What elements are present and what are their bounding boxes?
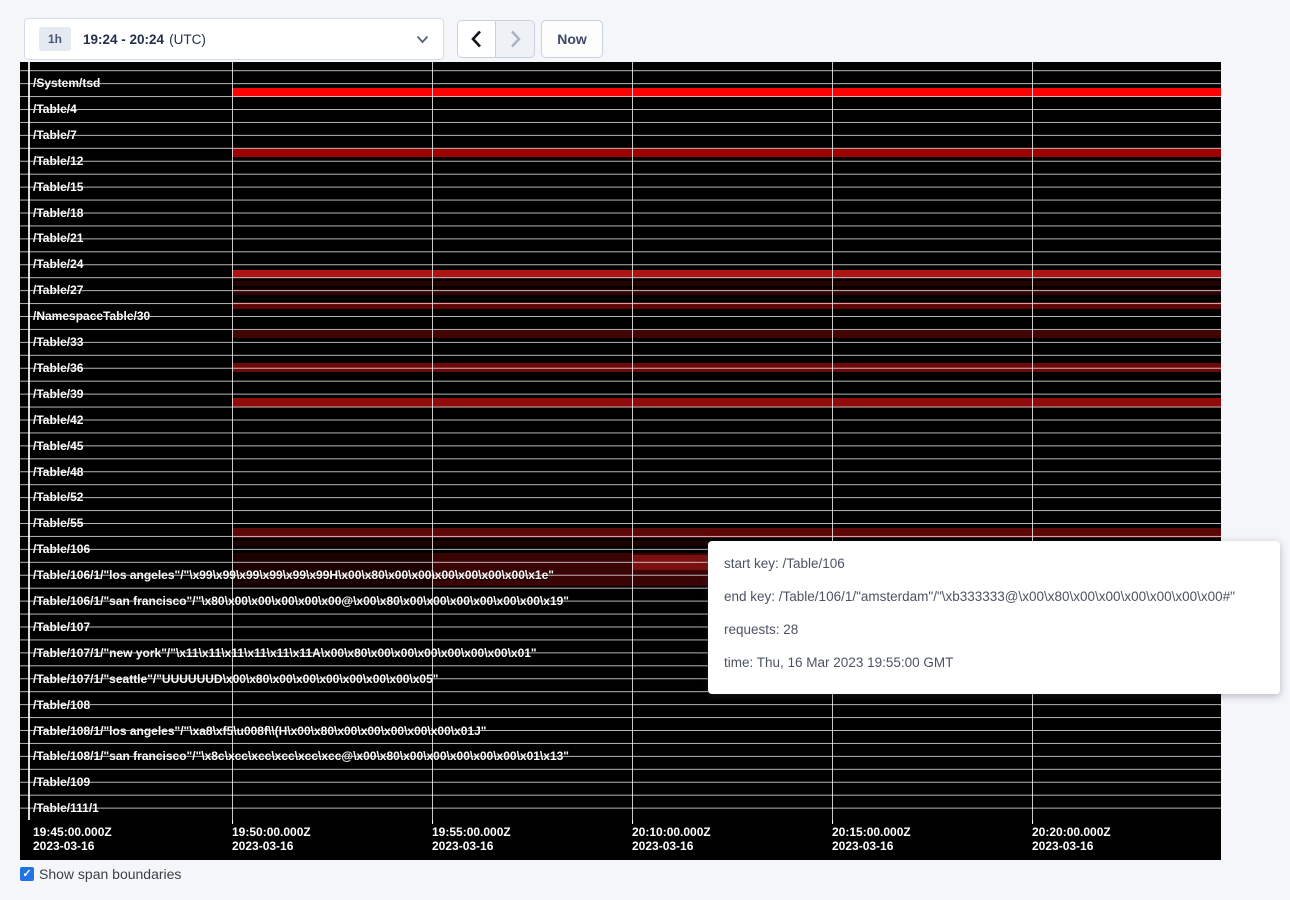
- row-label: /Table/106/1/"los angeles"/"\x99\x99\x99…: [33, 569, 554, 582]
- row-label: /Table/18: [33, 207, 83, 220]
- hot-span[interactable]: [232, 528, 1221, 538]
- x-tick-time: 19:55:00.000Z: [432, 825, 511, 839]
- row-label: /Table/55: [33, 517, 83, 530]
- x-tick-time: 19:45:00.000Z: [33, 825, 112, 839]
- span-boundary-lines: [20, 62, 1221, 820]
- x-tick-time: 20:15:00.000Z: [832, 825, 911, 839]
- time-range-label: 19:24 - 20:24: [83, 32, 164, 47]
- hot-span[interactable]: [232, 363, 1221, 372]
- grid-vline: [232, 62, 233, 820]
- grid-vline: [432, 62, 433, 820]
- hot-span[interactable]: [232, 148, 1221, 157]
- grid-vline: [832, 62, 833, 820]
- row-label: /Table/15: [33, 181, 83, 194]
- chevron-right-icon: [510, 30, 521, 48]
- grid-vline: [1032, 62, 1033, 820]
- tooltip-start-key: start key: /Table/106: [724, 554, 1264, 573]
- x-tick: 20:15:00.000Z2023-03-16: [832, 825, 911, 853]
- time-range-select[interactable]: 1h 19:24 - 20:24 (UTC): [24, 18, 444, 60]
- span-tooltip: start key: /Table/106 end key: /Table/10…: [708, 541, 1280, 694]
- grid-vline: [632, 62, 633, 820]
- row-label: /Table/48: [33, 466, 83, 479]
- row-label: /Table/107/1/"new york"/"\x11\x11\x11\x1…: [33, 647, 537, 660]
- row-label: /Table/111/1: [33, 802, 99, 815]
- x-tick: 19:50:00.000Z2023-03-16: [232, 825, 311, 853]
- row-label: /Table/33: [33, 336, 83, 349]
- x-tick-date: 2023-03-16: [33, 839, 112, 853]
- axis-tick-mark: [232, 820, 233, 824]
- x-tick: 19:55:00.000Z2023-03-16: [432, 825, 511, 853]
- keyspace-start-line: [28, 62, 30, 820]
- x-tick-date: 2023-03-16: [1032, 839, 1111, 853]
- row-label: /Table/108: [33, 699, 90, 712]
- hot-span[interactable]: [232, 302, 1221, 309]
- axis-tick-mark: [1032, 820, 1033, 824]
- x-tick-date: 2023-03-16: [232, 839, 311, 853]
- show-span-boundaries-label: Show span boundaries: [39, 866, 181, 882]
- tooltip-end-key: end key: /Table/106/1/"amsterdam"/"\xb33…: [724, 587, 1264, 606]
- hot-span[interactable]: [232, 289, 1221, 295]
- now-button[interactable]: Now: [541, 20, 603, 58]
- timezone-label: (UTC): [169, 32, 206, 47]
- axis-tick-mark: [632, 820, 633, 824]
- key-visualizer-chart: /System/tsd/Table/4/Table/7/Table/12/Tab…: [20, 62, 1221, 860]
- row-label: /NamespaceTable/30: [33, 310, 150, 323]
- row-label: /Table/52: [33, 491, 83, 504]
- show-span-boundaries-checkbox[interactable]: ✓: [20, 867, 34, 881]
- hot-span[interactable]: [232, 541, 710, 546]
- row-label: /Table/42: [33, 414, 83, 427]
- x-tick-time: 20:10:00.000Z: [632, 825, 711, 839]
- row-label: /Table/108/1/"san francisco"/"\x8c\xcc\x…: [33, 750, 569, 763]
- chevron-left-icon: [471, 30, 482, 48]
- axis-tick-mark: [832, 820, 833, 824]
- time-axis: 19:45:00.000Z2023-03-1619:50:00.000Z2023…: [20, 820, 1221, 860]
- next-interval-button[interactable]: [496, 21, 534, 57]
- row-label: /Table/106/1/"san francisco"/"\x80\x00\x…: [33, 595, 569, 608]
- row-label: /Table/109: [33, 776, 90, 789]
- row-label: /Table/4: [33, 103, 77, 116]
- x-tick-date: 2023-03-16: [832, 839, 911, 853]
- row-label: /Table/107/1/"seattle"/"UUUUUUD\x00\x80\…: [33, 673, 438, 686]
- previous-interval-button[interactable]: [458, 21, 496, 57]
- hot-span[interactable]: [232, 270, 1221, 278]
- row-label: /Table/27: [33, 284, 83, 297]
- x-tick-time: 20:20:00.000Z: [1032, 825, 1111, 839]
- x-tick: 19:45:00.000Z2023-03-16: [33, 825, 112, 853]
- row-label: /Table/45: [33, 440, 83, 453]
- time-nav-group: [457, 20, 535, 58]
- axis-tick-mark: [432, 820, 433, 824]
- row-label: /Table/36: [33, 362, 83, 375]
- tooltip-time: time: Thu, 16 Mar 2023 19:55:00 GMT: [724, 653, 1264, 672]
- hot-span[interactable]: [232, 88, 1221, 97]
- chevron-down-icon: [416, 35, 429, 44]
- row-label: /System/tsd: [33, 77, 100, 90]
- hot-span[interactable]: [232, 398, 1221, 407]
- row-label: /Table/107: [33, 621, 90, 634]
- row-label: /Table/12: [33, 155, 83, 168]
- row-label: /Table/7: [33, 129, 77, 142]
- x-tick-time: 19:50:00.000Z: [232, 825, 311, 839]
- row-label: /Table/108/1/"los angeles"/"\xa8\xf5\u00…: [33, 725, 487, 738]
- x-tick-date: 2023-03-16: [432, 839, 511, 853]
- tooltip-requests: requests: 28: [724, 620, 1264, 639]
- hot-span[interactable]: [232, 330, 1221, 338]
- row-label: /Table/39: [33, 388, 83, 401]
- hot-span[interactable]: [232, 281, 1221, 286]
- x-tick: 20:20:00.000Z2023-03-16: [1032, 825, 1111, 853]
- duration-badge: 1h: [39, 27, 71, 51]
- plot-area[interactable]: /System/tsd/Table/4/Table/7/Table/12/Tab…: [20, 62, 1221, 820]
- row-label: /Table/106: [33, 543, 90, 556]
- hot-span[interactable]: [632, 555, 710, 570]
- x-tick: 20:10:00.000Z2023-03-16: [632, 825, 711, 853]
- check-icon: ✓: [22, 867, 31, 881]
- row-label: /Table/21: [33, 232, 83, 245]
- footer: ✓ Show span boundaries: [20, 866, 181, 882]
- row-label: /Table/24: [33, 258, 83, 271]
- x-tick-date: 2023-03-16: [632, 839, 711, 853]
